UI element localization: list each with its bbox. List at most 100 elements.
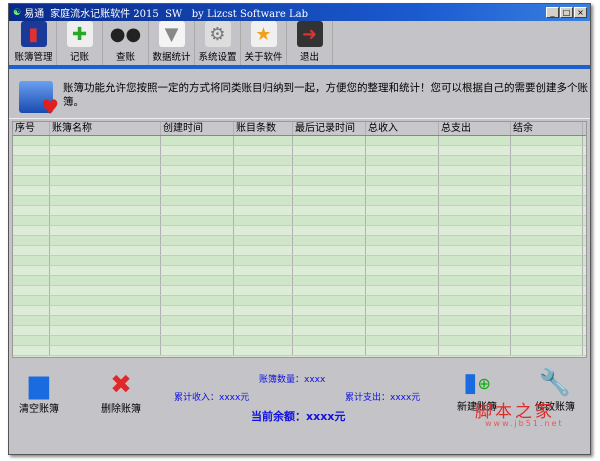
table-cell [366, 306, 439, 315]
table-cell [439, 236, 511, 245]
toolbar-stats[interactable]: ▼ 数据统计 [149, 21, 195, 65]
table-row[interactable] [13, 236, 586, 246]
toolbar-check[interactable]: ●● 查账 [103, 21, 149, 65]
table-cell [366, 186, 439, 195]
table-cell [234, 266, 293, 275]
ledger-table[interactable]: 序号 账簿名称 创建时间 账目条数 最后记录时间 总收入 总支出 结余 [12, 121, 587, 358]
table-row[interactable] [13, 246, 586, 256]
table-cell [13, 136, 50, 145]
table-cell [511, 286, 583, 295]
table-cell [293, 266, 366, 275]
table-cell [293, 336, 366, 345]
col-expense[interactable]: 总支出 [439, 122, 511, 135]
table-cell [511, 326, 583, 335]
table-row[interactable] [13, 336, 586, 346]
toolbar-record[interactable]: ✚ 记账 [57, 21, 103, 65]
table-cell [13, 306, 50, 315]
table-cell [161, 196, 234, 205]
table-row[interactable] [13, 266, 586, 276]
table-cell [161, 166, 234, 175]
table-cell [50, 186, 161, 195]
table-cell [13, 316, 50, 325]
table-row[interactable] [13, 276, 586, 286]
table-row[interactable] [13, 136, 586, 146]
table-cell [511, 336, 583, 345]
delete-ledger-button[interactable]: ✖ 删除账簿 [101, 370, 141, 415]
table-row[interactable] [13, 216, 586, 226]
table-cell [511, 296, 583, 305]
table-row[interactable] [13, 326, 586, 336]
info-panel: 账簿功能允许您按照一定的方式将同类账目归纳到一起，方便您的整理和统计！您可以根据… [9, 69, 590, 119]
table-cell [439, 276, 511, 285]
toolbar-label: 账簿管理 [14, 52, 53, 63]
table-cell [293, 156, 366, 165]
toolbar-ledger-manage[interactable]: ▮ 账簿管理 [11, 21, 57, 65]
table-cell [234, 226, 293, 235]
table-row[interactable] [13, 166, 586, 176]
table-cell [511, 236, 583, 245]
col-created[interactable]: 创建时间 [161, 122, 234, 135]
table-cell [161, 216, 234, 225]
table-row[interactable] [13, 306, 586, 316]
table-cell [511, 146, 583, 155]
col-income[interactable]: 总收入 [366, 122, 439, 135]
table-cell [234, 316, 293, 325]
table-cell [366, 266, 439, 275]
star-icon: ★ [250, 21, 277, 47]
minimize-button[interactable]: _ [546, 7, 559, 18]
table-row[interactable] [13, 316, 586, 326]
table-cell [161, 336, 234, 345]
table-cell [511, 186, 583, 195]
table-row[interactable] [13, 346, 586, 356]
toolbar-exit[interactable]: ➜ 退出 [287, 21, 333, 65]
table-row[interactable] [13, 176, 586, 186]
col-index[interactable]: 序号 [13, 122, 50, 135]
table-cell [234, 236, 293, 245]
col-name[interactable]: 账簿名称 [50, 122, 161, 135]
table-row[interactable] [13, 286, 586, 296]
table-cell [511, 206, 583, 215]
col-last-record[interactable]: 最后记录时间 [293, 122, 366, 135]
main-window: ☯ 易通 家庭流水记账软件 2015 SW by Lizcst Software… [8, 3, 591, 455]
maximize-button[interactable]: □ [560, 7, 573, 18]
table-row[interactable] [13, 256, 586, 266]
table-cell [13, 176, 50, 185]
table-cell [161, 156, 234, 165]
table-cell [50, 146, 161, 155]
table-cell [161, 256, 234, 265]
table-cell [366, 216, 439, 225]
table-cell [511, 166, 583, 175]
table-row[interactable] [13, 226, 586, 236]
table-cell [511, 266, 583, 275]
table-cell [511, 196, 583, 205]
table-cell [366, 346, 439, 355]
col-balance[interactable]: 结余 [511, 122, 583, 135]
table-row[interactable] [13, 146, 586, 156]
table-row[interactable] [13, 206, 586, 216]
table-cell [293, 306, 366, 315]
table-cell [161, 206, 234, 215]
table-row[interactable] [13, 296, 586, 306]
table-row[interactable] [13, 196, 586, 206]
table-cell [511, 256, 583, 265]
clear-ledger-button[interactable]: ▆ 清空账簿 [19, 370, 59, 415]
col-count[interactable]: 账目条数 [234, 122, 293, 135]
table-cell [50, 216, 161, 225]
table-cell [366, 256, 439, 265]
table-cell [293, 286, 366, 295]
table-cell [13, 226, 50, 235]
toolbar-about[interactable]: ★ 关于软件 [241, 21, 287, 65]
close-button[interactable]: × [574, 7, 587, 18]
table-row[interactable] [13, 156, 586, 166]
table-cell [439, 246, 511, 255]
toolbar-settings[interactable]: ⚙ 系统设置 [195, 21, 241, 65]
table-cell [366, 246, 439, 255]
table-cell [366, 166, 439, 175]
table-row[interactable] [13, 186, 586, 196]
table-cell [366, 326, 439, 335]
table-cell [366, 206, 439, 215]
table-cell [50, 236, 161, 245]
table-cell [50, 176, 161, 185]
table-cell [439, 226, 511, 235]
table-cell [13, 256, 50, 265]
